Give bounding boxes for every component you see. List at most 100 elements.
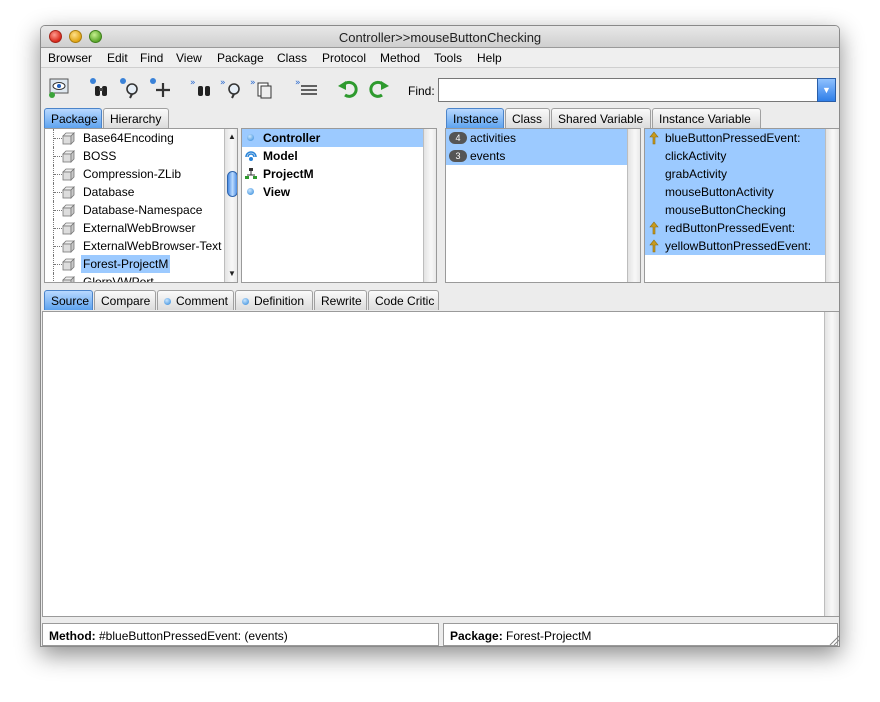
method-label: clickActivity — [665, 149, 727, 163]
menu-protocol[interactable]: Protocol — [322, 51, 366, 65]
package-item[interactable]: Base64Encoding — [45, 129, 224, 147]
scroll-down-arrow-icon[interactable]: ▼ — [228, 269, 236, 278]
window-title: Controller>>mouseButtonChecking — [338, 30, 542, 45]
package-item[interactable]: Forest-ProjectM — [45, 255, 224, 273]
override-up-arrow-icon — [649, 221, 659, 235]
class-item-projectm[interactable]: ProjectM — [242, 165, 423, 183]
redo-icon[interactable] — [367, 77, 391, 99]
menu-view[interactable]: View — [176, 51, 202, 65]
menu-find[interactable]: Find — [140, 51, 163, 65]
tab-code-critic[interactable]: Code Critic — [368, 290, 439, 310]
class-list[interactable]: Controller Model ProjectM View — [241, 128, 437, 283]
method-scrollbar[interactable] — [825, 129, 839, 282]
method-item[interactable]: yellowButtonPressedEvent: — [645, 237, 825, 255]
method-item[interactable]: grabActivity — [645, 165, 825, 183]
find-magnifier-icon[interactable] — [119, 77, 143, 99]
package-scrollbar[interactable]: ▲ ▼ — [224, 129, 237, 282]
binoculars-forward-icon[interactable]: » — [190, 77, 214, 99]
add-icon[interactable] — [149, 77, 173, 99]
tab-class[interactable]: Class — [505, 108, 550, 128]
method-item[interactable]: blueButtonPressedEvent: — [645, 129, 825, 147]
package-item[interactable]: Database-Namespace — [45, 201, 224, 219]
tab-comment[interactable]: Comment — [157, 290, 234, 310]
package-label: BOSS — [83, 149, 117, 163]
package-icon — [62, 168, 75, 181]
package-item[interactable]: GlorpVWPort — [45, 273, 224, 283]
resize-grip-icon[interactable] — [828, 634, 840, 646]
class-label: Controller — [263, 131, 321, 145]
magnifier-forward-icon[interactable]: » — [220, 77, 244, 99]
tab-rewrite[interactable]: Rewrite — [314, 290, 367, 310]
protocol-item-events[interactable]: 3 events — [446, 147, 627, 165]
override-up-arrow-icon — [649, 131, 659, 145]
menu-package[interactable]: Package — [217, 51, 264, 65]
tab-definition[interactable]: Definition — [235, 290, 313, 310]
protocol-list[interactable]: 4 activities 3 events — [445, 128, 641, 283]
method-item[interactable]: mouseButtonActivity — [645, 183, 825, 201]
svg-text:»: » — [190, 78, 196, 88]
title-bar[interactable]: Controller>>mouseButtonChecking — [41, 26, 839, 48]
method-label: grabActivity — [665, 167, 728, 181]
svg-text:»: » — [295, 78, 301, 88]
find-label: Find: — [408, 84, 435, 98]
scroll-up-arrow-icon[interactable]: ▲ — [228, 132, 236, 141]
package-icon — [62, 204, 75, 217]
package-item[interactable]: Database — [45, 183, 224, 201]
tab-instance-variable[interactable]: Instance Variable — [652, 108, 761, 128]
class-item-view[interactable]: View — [242, 183, 423, 201]
method-list[interactable]: blueButtonPressedEvent: clickActivity grab… — [644, 128, 839, 283]
list-forward-icon[interactable]: » — [295, 77, 319, 99]
package-icon — [62, 258, 75, 271]
package-item[interactable]: ExternalWebBrowser-Text — [45, 237, 224, 255]
method-label: blueButtonPressedEvent: — [665, 131, 801, 145]
package-label: GlorpVWPort — [83, 275, 154, 283]
method-item[interactable]: clickActivity — [645, 147, 825, 165]
class-item-controller[interactable]: Controller — [242, 129, 423, 147]
find-input[interactable] — [438, 78, 818, 102]
menu-tools[interactable]: Tools — [434, 51, 462, 65]
class-item-model[interactable]: Model — [242, 147, 423, 165]
package-item[interactable]: BOSS — [45, 147, 224, 165]
source-code-pane[interactable] — [42, 311, 839, 617]
class-scrollbar[interactable] — [423, 129, 436, 282]
copy-forward-icon[interactable]: » — [250, 77, 274, 99]
tab-definition-label: Definition — [254, 294, 305, 308]
menu-class[interactable]: Class — [277, 51, 307, 65]
status-package-value: Forest-ProjectM — [506, 629, 592, 643]
package-icon — [62, 276, 75, 282]
protocol-scrollbar[interactable] — [627, 129, 640, 282]
menu-browser[interactable]: Browser — [48, 51, 92, 65]
tab-package[interactable]: Package — [44, 108, 102, 128]
menu-help[interactable]: Help — [477, 51, 502, 65]
hierarchy-icon — [245, 168, 257, 179]
tab-instance[interactable]: Instance — [446, 108, 504, 128]
tab-hierarchy[interactable]: Hierarchy — [103, 108, 169, 128]
package-label: Compression-ZLib — [83, 167, 182, 181]
method-item[interactable]: mouseButtonChecking — [645, 201, 825, 219]
status-method-value: #blueButtonPressedEvent: (events) — [99, 629, 288, 643]
undo-icon[interactable] — [336, 77, 360, 99]
tab-source[interactable]: Source — [44, 290, 93, 310]
tab-compare[interactable]: Compare — [94, 290, 156, 310]
status-package-label: Package: — [450, 629, 503, 643]
browse-eye-icon[interactable] — [47, 77, 71, 99]
package-item[interactable]: Compression-ZLib — [45, 165, 224, 183]
tab-shared-variable[interactable]: Shared Variable — [551, 108, 651, 128]
protocol-label: events — [470, 149, 506, 163]
package-list[interactable]: Base64Encoding BOSS Compression-ZLib Databa… — [44, 128, 238, 283]
method-label: mouseButtonChecking — [665, 203, 786, 217]
menu-method[interactable]: Method — [380, 51, 420, 65]
protocol-item-activities[interactable]: 4 activities — [446, 129, 627, 147]
scroll-thumb[interactable] — [227, 171, 237, 197]
override-up-arrow-icon — [649, 239, 659, 253]
menu-edit[interactable]: Edit — [107, 51, 128, 65]
source-scrollbar[interactable] — [824, 312, 839, 616]
package-icon — [62, 222, 75, 235]
find-dropdown-button[interactable]: ▼ — [817, 78, 836, 102]
toolbar: » » » » Find: ▼ — [41, 69, 839, 105]
package-item[interactable]: ExternalWebBrowser — [45, 219, 224, 237]
package-label: Base64Encoding — [83, 131, 174, 145]
method-item[interactable]: redButtonPressedEvent: — [645, 219, 825, 237]
package-icon — [62, 132, 75, 145]
find-binoculars-icon[interactable] — [89, 77, 113, 99]
